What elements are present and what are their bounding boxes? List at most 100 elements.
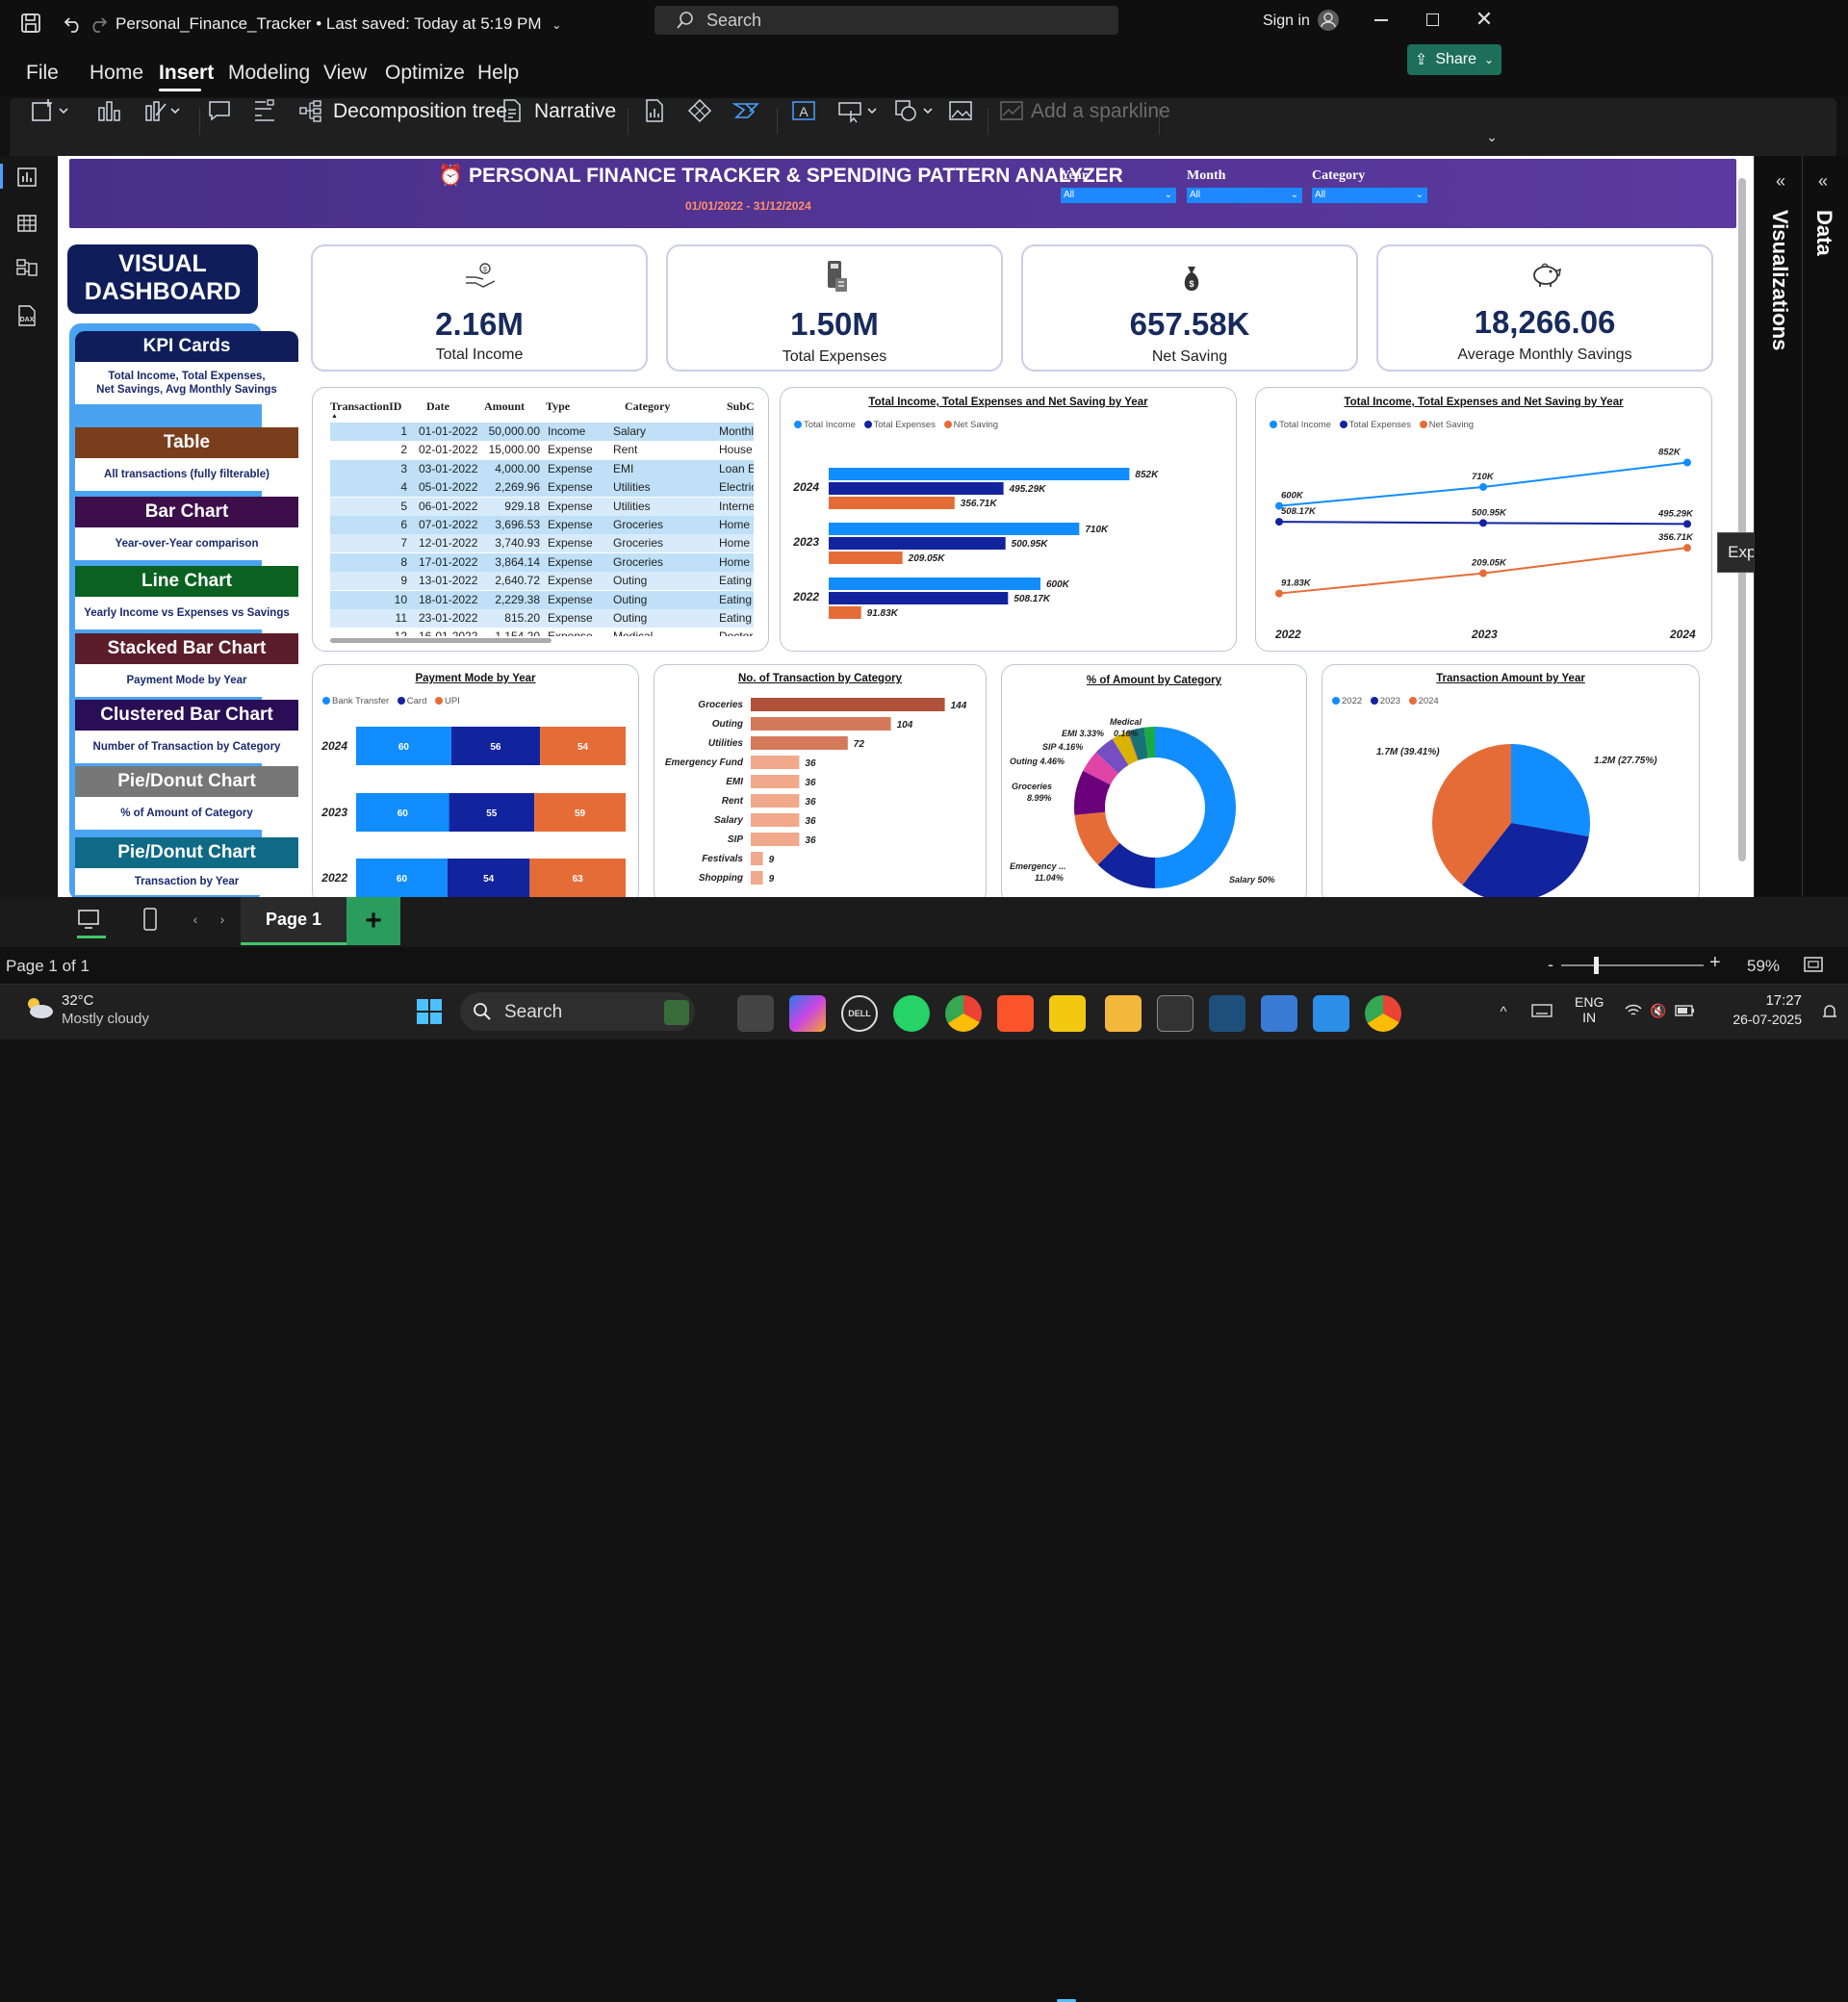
key-influencers-icon[interactable] [250, 96, 279, 125]
visualizations-pane-tab[interactable]: Visualizations [1767, 210, 1792, 350]
sign-in-link[interactable]: Sign in [1263, 13, 1310, 30]
year-slicer[interactable]: Year All ⌄ [1061, 168, 1184, 203]
cloudy-weather-icon[interactable] [21, 992, 56, 1021]
battery-icon[interactable] [1675, 1000, 1696, 1021]
search-box[interactable]: Search [654, 6, 1118, 35]
payment-mode-chart[interactable]: Payment Mode by Year Bank Transfer Card … [312, 664, 639, 905]
close-button[interactable]: ✕ [1475, 7, 1494, 31]
keyboard-icon[interactable] [1530, 1000, 1553, 1021]
canvas-vertical-scrollbar[interactable] [1738, 178, 1746, 861]
expand-visualizations-icon[interactable]: « [1771, 171, 1790, 191]
transactions-by-category-chart[interactable]: No. of Transaction by Category Groceries… [654, 664, 987, 905]
dell-icon[interactable]: DELL [841, 995, 878, 1032]
model-view-icon[interactable] [13, 256, 40, 283]
table-row[interactable]: 1 01-01-2022 50,000.00 Income Salary Monthl [330, 423, 754, 441]
data-pane-tab[interactable]: Data [1811, 210, 1836, 256]
zoom-level[interactable]: 59% [1747, 957, 1780, 976]
mysql-workbench-icon[interactable] [1209, 995, 1245, 1032]
column-header[interactable]: TransactionID [330, 399, 401, 414]
column-header[interactable]: Category [625, 399, 670, 414]
wifi-icon[interactable] [1623, 1000, 1644, 1021]
paginated-report-icon[interactable] [640, 96, 669, 125]
chrome-icon[interactable] [945, 995, 982, 1032]
buttons-icon[interactable] [835, 96, 884, 125]
column-header[interactable]: SubC [727, 399, 755, 414]
maximize-button[interactable] [1426, 13, 1439, 26]
income-expense-bar-chart[interactable]: Total Income, Total Expenses and Net Sav… [780, 387, 1237, 652]
kpi-card-total-expenses[interactable]: 1.50M Total Expenses [666, 244, 1003, 372]
document-title[interactable]: Personal_Finance_Tracker • Last saved: T… [116, 14, 561, 34]
zoom-slider-thumb[interactable] [1594, 957, 1599, 974]
desktop-layout-icon[interactable] [75, 907, 102, 932]
menu-home[interactable]: Home [90, 62, 143, 85]
clock-time[interactable]: 17:27 [1740, 992, 1802, 1009]
amount-by-category-donut[interactable]: % of Amount by Category Salary 50%Rent 1… [1001, 664, 1307, 905]
task-view-icon[interactable] [737, 995, 774, 1032]
show-hidden-icons-icon[interactable]: ^ [1494, 1002, 1513, 1021]
redo-icon[interactable] [87, 12, 110, 35]
report-view-icon[interactable] [13, 164, 40, 191]
menu-help[interactable]: Help [477, 62, 519, 85]
kpi-card-net-saving[interactable]: $ 657.58K Net Saving [1021, 244, 1358, 372]
mysql-icon[interactable] [1157, 995, 1194, 1032]
power-automate-icon[interactable] [732, 96, 760, 125]
column-header[interactable]: Type [546, 399, 570, 414]
chart-icon[interactable] [94, 96, 123, 125]
clock-date[interactable]: 26-07-2025 [1721, 1012, 1802, 1027]
new-visual-icon[interactable] [27, 96, 75, 125]
visual-gallery-icon[interactable] [141, 96, 189, 125]
month-dropdown[interactable]: All ⌄ [1187, 188, 1302, 203]
share-button[interactable]: ⇪ Share ⌄ [1407, 44, 1502, 75]
menu-optimize[interactable]: Optimize [385, 62, 465, 85]
category-dropdown[interactable]: All ⌄ [1312, 188, 1427, 203]
kpi-card-average-monthly-savings[interactable]: 18,266.06 Average Monthly Savings [1376, 244, 1713, 372]
table-row[interactable]: 4 05-01-2022 2,269.96 Expense Utilities Elect… [330, 478, 754, 498]
volume-muted-icon[interactable]: 🔇 [1648, 1000, 1669, 1021]
image-icon[interactable] [946, 96, 975, 125]
file-explorer-icon[interactable] [1105, 995, 1142, 1032]
table-row[interactable]: 10 18-01-2022 2,229.38 Expense Outing Eating … [330, 590, 754, 609]
zoom-slider[interactable] [1561, 964, 1704, 966]
add-page-button[interactable]: + [346, 897, 400, 945]
decomposition-tree-button[interactable]: Decomposition tree [333, 100, 507, 123]
amount-by-year-pie[interactable]: Transaction Amount by Year 2022 2023 202… [1322, 664, 1700, 905]
fit-to-page-icon[interactable] [1802, 953, 1825, 976]
menu-modeling[interactable]: Modeling [228, 62, 310, 85]
text-box-icon[interactable] [205, 96, 234, 125]
decomposition-tree-icon[interactable] [296, 96, 325, 125]
table-row[interactable]: 7 12-01-2022 3,740.93 Expense Groceries Home … [330, 534, 754, 553]
column-header[interactable]: Date [426, 399, 449, 414]
power-bi-icon[interactable] [1049, 995, 1086, 1032]
azure-data-studio-icon[interactable] [1261, 995, 1297, 1032]
zoom-out-button[interactable]: - [1548, 955, 1553, 975]
previous-page-icon[interactable]: ‹ [189, 911, 202, 928]
undo-icon[interactable] [62, 12, 85, 35]
dax-query-view-icon[interactable]: DAX [13, 302, 40, 329]
table-row[interactable]: 506-01-2022929.18ExpenseUtilitiesInterne… [330, 497, 754, 516]
chevron-down-icon[interactable]: ⌄ [1482, 127, 1502, 146]
month-slicer[interactable]: Month All ⌄ [1187, 168, 1310, 203]
whatsapp-icon[interactable] [893, 995, 930, 1032]
table-row[interactable]: 303-01-20224,000.00ExpenseEMILoan EM [330, 459, 754, 478]
horizontal-scrollbar[interactable] [330, 638, 552, 643]
table-view-icon[interactable] [13, 210, 40, 237]
shapes-icon[interactable] [891, 96, 939, 125]
vscode-icon[interactable] [1313, 995, 1349, 1032]
table-row[interactable]: 1123-01-2022815.20ExpenseOutingEating C [330, 609, 754, 628]
minimize-button[interactable] [1374, 19, 1388, 21]
notifications-icon[interactable] [1819, 1002, 1840, 1023]
year-dropdown[interactable]: All ⌄ [1061, 188, 1176, 203]
narrative-button[interactable]: Narrative [534, 100, 616, 123]
next-page-icon[interactable]: › [216, 911, 229, 928]
sort-ascending-icon[interactable]: ▲ [331, 413, 338, 420]
table-row[interactable]: 8 17-01-2022 3,864.14 Expense Groceries Home … [330, 552, 754, 572]
category-slicer[interactable]: Category All ⌄ [1312, 168, 1435, 203]
windows-start-icon[interactable] [414, 996, 445, 1027]
copilot-icon[interactable] [789, 995, 826, 1032]
text-box-insert-icon[interactable]: A [789, 96, 818, 125]
taskbar-search[interactable]: Search [460, 992, 695, 1031]
zoom-in-button[interactable]: + [1709, 952, 1721, 974]
table-row[interactable]: 202-01-202215,000.00ExpenseRentHouse I [330, 441, 754, 460]
income-expense-line-chart[interactable]: Total Income, Total Expenses and Net Sav… [1255, 387, 1712, 652]
brave-icon[interactable] [997, 995, 1034, 1032]
